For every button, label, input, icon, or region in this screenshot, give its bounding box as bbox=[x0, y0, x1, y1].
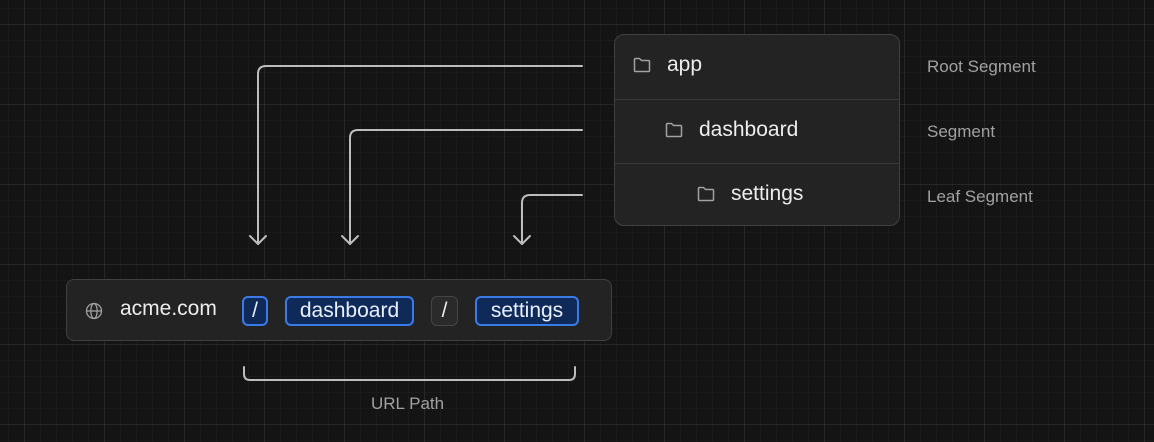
tree-item-label: app bbox=[667, 53, 703, 76]
folder-icon bbox=[665, 122, 683, 138]
url-segment-slash: / bbox=[431, 296, 458, 326]
tree-item-settings[interactable]: settings bbox=[615, 163, 899, 225]
tree-item-label: dashboard bbox=[699, 118, 799, 141]
url-path-label: URL Path bbox=[371, 394, 445, 413]
url-domain: acme.com bbox=[120, 297, 217, 320]
tree-item-label: settings bbox=[731, 182, 804, 205]
tree-item-app[interactable]: app bbox=[615, 35, 899, 99]
folder-icon bbox=[697, 186, 715, 202]
connector-settings bbox=[521, 194, 583, 245]
root-segment-label: Root Segment bbox=[927, 57, 1036, 76]
folder-icon bbox=[633, 57, 651, 73]
folder-tree: app dashboard settings bbox=[614, 34, 900, 226]
connector-app bbox=[257, 65, 583, 245]
url-path-bracket bbox=[243, 366, 576, 381]
connector-dashboard bbox=[349, 129, 583, 245]
url-segment-dashboard: dashboard bbox=[285, 296, 414, 326]
leaf-segment-label: Leaf Segment bbox=[927, 187, 1033, 206]
url-segment-slash: / bbox=[242, 296, 268, 326]
globe-icon bbox=[85, 302, 103, 320]
tree-item-dashboard[interactable]: dashboard bbox=[615, 99, 899, 164]
url-segment-settings: settings bbox=[475, 296, 579, 326]
url-bar[interactable]: acme.com / dashboard / settings bbox=[66, 279, 612, 341]
segment-label: Segment bbox=[927, 122, 996, 141]
